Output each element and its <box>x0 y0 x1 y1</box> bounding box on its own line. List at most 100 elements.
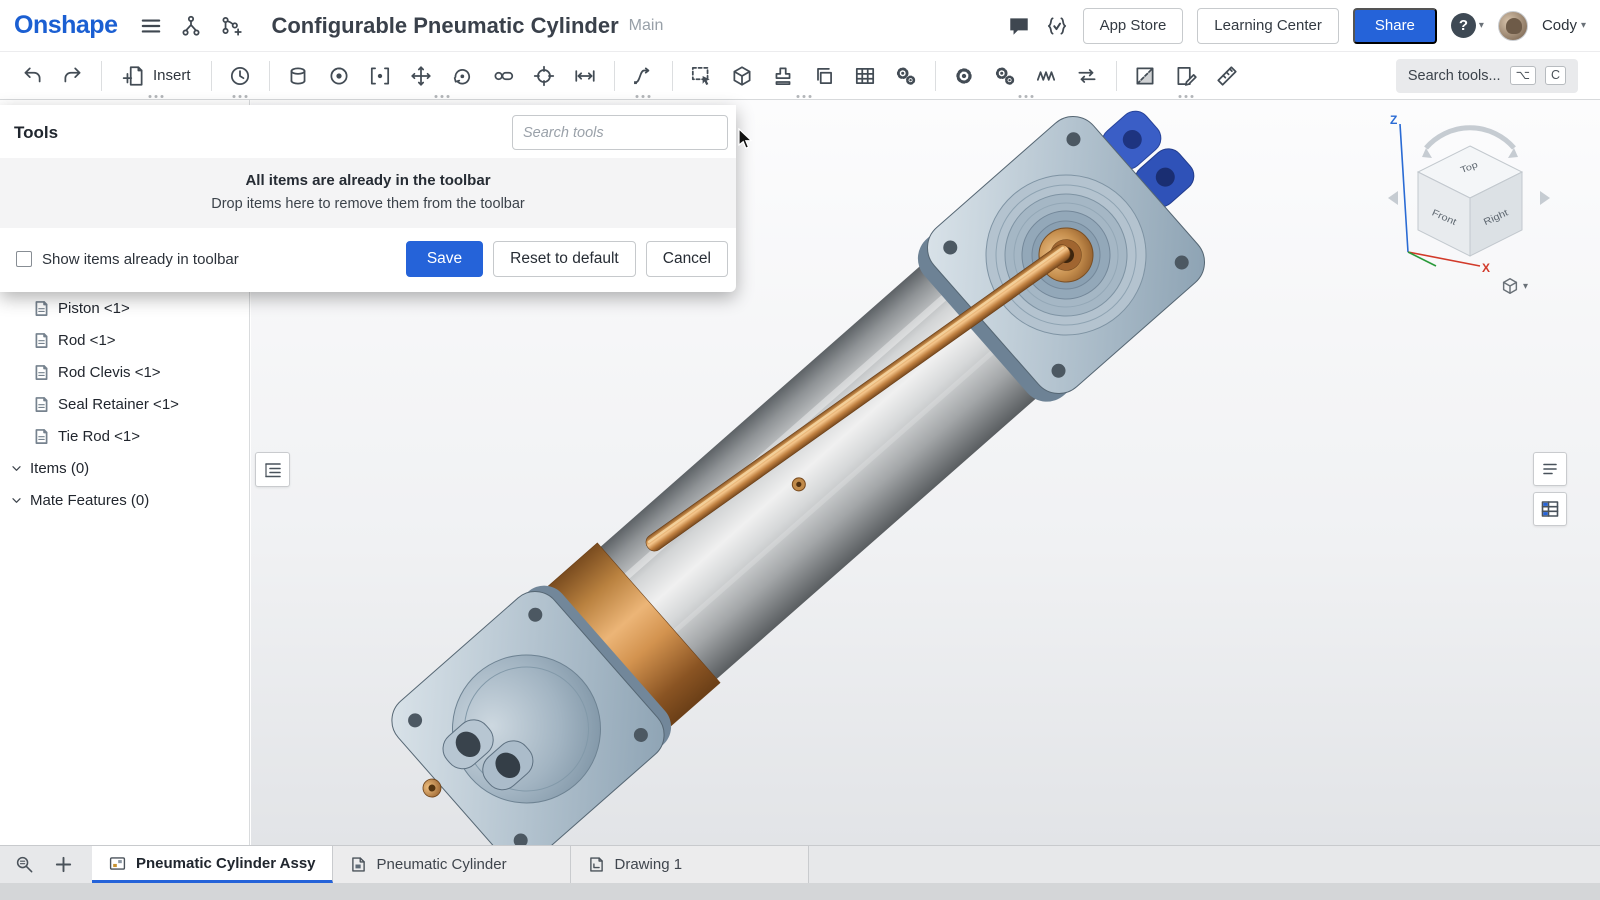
chevron-down-icon: ▾ <box>1478 20 1484 31</box>
view-menu[interactable]: ▾ <box>1500 276 1528 296</box>
share-button[interactable]: Share <box>1352 7 1437 44</box>
screw-relation-button[interactable] <box>1026 57 1067 95</box>
toolbar-dropzone[interactable]: All items are already in the toolbar Dro… <box>0 158 736 228</box>
user-menu[interactable]: Cody ▾ <box>1542 17 1586 34</box>
feature-list-toggle[interactable] <box>1533 452 1567 486</box>
select-tool-button[interactable] <box>681 57 722 95</box>
insert-button[interactable]: Insert <box>110 57 203 95</box>
user-avatar[interactable] <box>1497 10 1528 41</box>
comments-icon[interactable] <box>1007 14 1031 38</box>
group-drag-dots <box>1178 95 1194 98</box>
versions-history-icon[interactable] <box>179 14 203 38</box>
group-drag-dots <box>1018 95 1034 98</box>
tangent-mate-button[interactable] <box>623 57 664 95</box>
group-parts-button[interactable] <box>722 57 763 95</box>
replicate-button[interactable] <box>804 57 845 95</box>
show-items-checkbox[interactable] <box>16 251 32 267</box>
tree-item-rod[interactable]: Rod <1> <box>0 324 249 356</box>
learning-center-button[interactable]: Learning Center <box>1197 7 1339 44</box>
fastened-mate-button[interactable] <box>360 57 401 95</box>
structure-list-icon <box>262 459 284 481</box>
part-icon <box>33 364 50 381</box>
app-header: Onshape Configurable Pneumatic Cylinder … <box>0 0 1600 52</box>
rack-pinion-relation-button[interactable] <box>985 57 1026 95</box>
part-icon <box>33 332 50 349</box>
rotate-arc-icon[interactable] <box>1424 125 1516 150</box>
onshape-logo[interactable]: Onshape <box>14 11 118 40</box>
bom-table-button[interactable] <box>845 57 886 95</box>
assembly-toolbar: Insert Search tools... ⌥ C <box>0 52 1600 100</box>
tree-item-seal-retainer[interactable]: Seal Retainer <1> <box>0 388 249 420</box>
section-view-button[interactable] <box>1125 57 1166 95</box>
tree-flyout-toggle[interactable] <box>255 452 290 487</box>
document-title: Configurable Pneumatic Cylinder <box>271 12 619 38</box>
help-menu[interactable]: ? ▾ <box>1450 13 1484 38</box>
view-cube-home-icon <box>1500 276 1520 296</box>
assembly-tab-icon <box>108 854 127 873</box>
tools-search-input[interactable] <box>512 115 728 150</box>
pin-slot-mate-button[interactable] <box>483 57 524 95</box>
drawing-tab-icon <box>587 855 606 874</box>
shortcut-key-alt: ⌥ <box>1509 66 1536 85</box>
view-cube-faces[interactable]: Top Front Right <box>1416 145 1524 257</box>
dropzone-title: All items are already in the toolbar <box>245 172 491 189</box>
slider-mate-button[interactable] <box>565 57 606 95</box>
measure-button[interactable] <box>1207 57 1248 95</box>
help-icon: ? <box>1450 13 1476 38</box>
ball-mate-button[interactable] <box>319 57 360 95</box>
tree-item-tie-rod[interactable]: Tie Rod <1> <box>0 420 249 452</box>
gear-relation-button[interactable] <box>944 57 985 95</box>
snapshot-button[interactable] <box>763 57 804 95</box>
rotate-tool-button[interactable] <box>442 57 483 95</box>
belt-relation-button[interactable] <box>1067 57 1108 95</box>
reset-to-default-button[interactable]: Reset to default <box>493 241 636 277</box>
part-studio-tab-icon <box>349 855 368 874</box>
toolbar-search[interactable]: Search tools... ⌥ C <box>1395 58 1578 93</box>
view-cube[interactable]: Z X Top Front Right ▾ <box>1378 108 1558 298</box>
tab-drawing-1[interactable]: Drawing 1 <box>570 846 809 883</box>
list-lines-icon <box>1539 458 1561 480</box>
relations-button[interactable] <box>886 57 927 95</box>
document-tab-bar: Pneumatic Cylinder Assy Pneumatic Cylind… <box>0 845 1600 900</box>
featurescript-check-icon[interactable] <box>1045 14 1069 38</box>
create-version-icon[interactable] <box>219 14 243 38</box>
rotate-right-icon[interactable] <box>1540 191 1550 205</box>
z-axis-label: Z <box>1390 113 1397 127</box>
z-axis <box>1399 123 1409 253</box>
part-icon <box>33 300 50 317</box>
cylindrical-mate-button[interactable] <box>278 57 319 95</box>
tab-pneumatic-cylinder-assy[interactable]: Pneumatic Cylinder Assy <box>92 846 333 883</box>
app-store-button[interactable]: App Store <box>1082 7 1184 44</box>
save-button[interactable]: Save <box>405 241 484 277</box>
chevron-down-icon <box>10 462 23 475</box>
x-axis-label: X <box>1482 261 1490 275</box>
tree-item-piston[interactable]: Piston <1> <box>0 292 249 324</box>
group-drag-dots <box>796 95 812 98</box>
bom-panel-toggle[interactable] <box>1533 492 1567 526</box>
group-drag-dots <box>635 95 651 98</box>
tab-pneumatic-cylinder[interactable]: Pneumatic Cylinder <box>332 846 571 883</box>
checkbox-label: Show items already in toolbar <box>42 250 239 268</box>
add-tab-icon[interactable] <box>53 854 74 875</box>
tree-section-items[interactable]: Items (0) <box>0 452 249 484</box>
tree-section-mate-features[interactable]: Mate Features (0) <box>0 484 249 516</box>
tree-item-rod-clevis[interactable]: Rod Clevis <1> <box>0 356 249 388</box>
shortcut-key-c: C <box>1544 66 1566 85</box>
chevron-down-icon <box>10 494 23 507</box>
rotate-left-icon[interactable] <box>1388 191 1398 205</box>
workspace-name[interactable]: Main <box>629 17 664 35</box>
document-menu-icon[interactable] <box>139 14 163 38</box>
chevron-down-icon: ▾ <box>1580 20 1586 31</box>
group-drag-dots <box>434 95 450 98</box>
assembly-feature-button[interactable] <box>1166 57 1207 95</box>
mate-connector-button[interactable] <box>524 57 565 95</box>
dropzone-subtitle: Drop items here to remove them from the … <box>211 196 525 212</box>
translate-tool-button[interactable] <box>401 57 442 95</box>
redo-button[interactable] <box>52 57 93 95</box>
undo-button[interactable] <box>11 57 52 95</box>
insert-icon <box>122 64 146 88</box>
cancel-button[interactable]: Cancel <box>645 241 728 277</box>
bom-table-icon <box>1539 498 1561 520</box>
search-tabs-icon[interactable] <box>14 854 35 875</box>
named-positions-button[interactable] <box>220 57 261 95</box>
